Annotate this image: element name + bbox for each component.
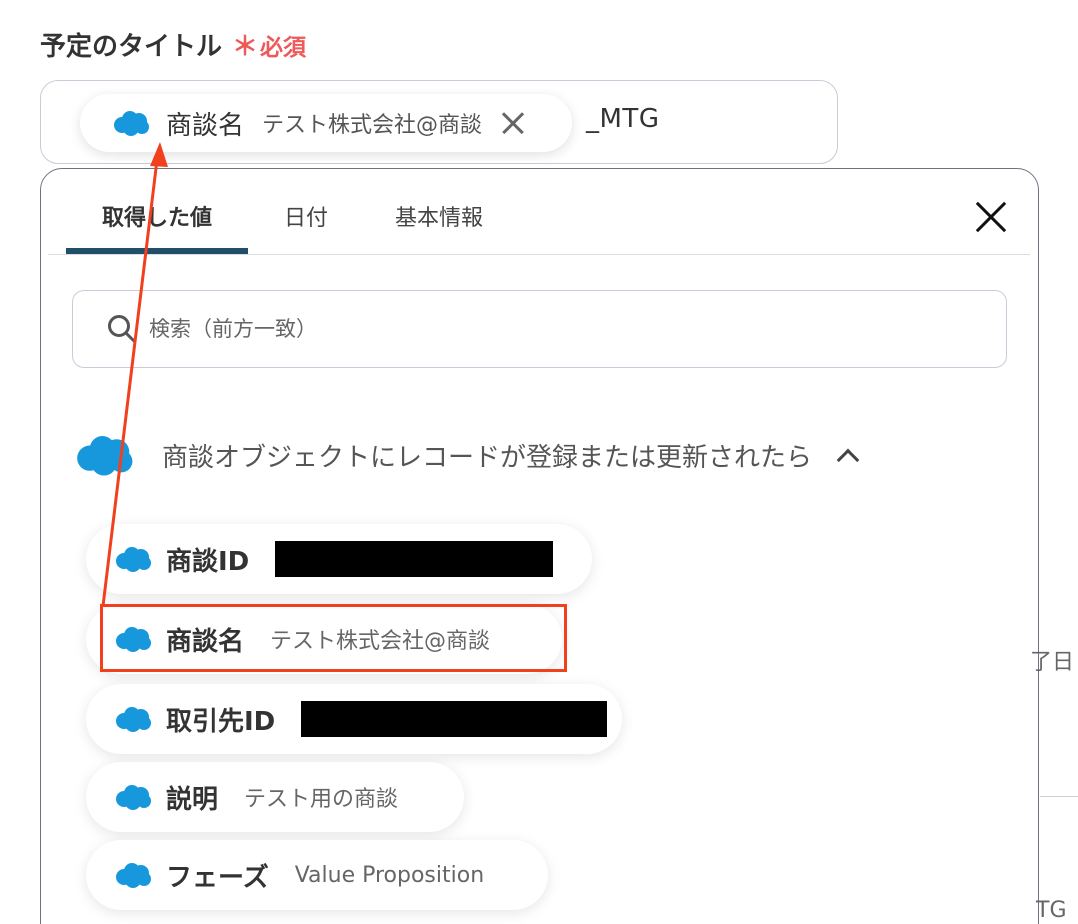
item-name: 説明 — [166, 784, 219, 815]
background-text-fragment: TG — [1036, 898, 1067, 923]
search-box[interactable] — [72, 290, 1007, 368]
tab-divider — [48, 254, 1030, 255]
tab-basic-info[interactable]: 基本情報 — [364, 192, 514, 254]
search-icon — [108, 315, 136, 343]
item-value: テスト用の商談 — [244, 787, 399, 812]
search-input[interactable] — [147, 316, 911, 342]
title-variable-chip[interactable]: 商談名 テスト株式会社@商談 — [80, 94, 572, 152]
title-suffix-text[interactable]: _MTG — [586, 104, 659, 134]
salesforce-cloud-icon — [116, 785, 151, 810]
section-title: 商談オブジェクトにレコードが登録または更新されたら — [162, 442, 813, 473]
field-label-text: 予定のタイトル — [40, 32, 223, 62]
item-name: フェーズ — [166, 862, 269, 893]
list-item-opportunity-id[interactable]: 商談ID — [86, 524, 592, 594]
chevron-up-icon[interactable] — [836, 444, 858, 466]
section-header[interactable]: 商談オブジェクトにレコードが登録または更新されたら — [74, 434, 858, 476]
redacted-value — [275, 541, 554, 577]
salesforce-cloud-icon — [116, 547, 151, 572]
chip-name: 商談名 — [166, 110, 245, 141]
highlight-box — [100, 604, 567, 672]
item-value: Value Proposition — [294, 862, 485, 888]
background-divider — [1040, 796, 1078, 797]
background-text-fragment: 了日 — [1030, 650, 1075, 675]
panel-tabs: 取得した値 日付 基本情報 — [66, 192, 514, 254]
page: 予定のタイトル ＊必須 商談名 テスト株式会社@商談 _MTG 取得した値 日付… — [0, 0, 1078, 924]
list-item-description[interactable]: 説明 テスト用の商談 — [86, 762, 464, 832]
panel-close-button[interactable] — [972, 198, 1010, 236]
close-icon[interactable] — [500, 110, 526, 136]
salesforce-cloud-icon — [116, 707, 151, 732]
field-label: 予定のタイトル ＊必須 — [40, 26, 306, 63]
salesforce-cloud-icon — [77, 436, 133, 476]
required-star: ＊ — [232, 32, 259, 62]
salesforce-cloud-icon — [116, 863, 151, 888]
redacted-value — [301, 701, 608, 737]
tab-date[interactable]: 日付 — [248, 192, 364, 254]
tab-retrieved-values[interactable]: 取得した値 — [66, 192, 248, 254]
required-text: 必須 — [260, 35, 307, 61]
chip-value: テスト株式会社@商談 — [262, 113, 483, 138]
item-name: 商談ID — [166, 546, 250, 577]
list-item-account-id[interactable]: 取引先ID — [86, 684, 622, 754]
item-name: 取引先ID — [166, 706, 276, 737]
required-indicator: ＊必須 — [232, 26, 306, 63]
list-item-stage[interactable]: フェーズ Value Proposition — [86, 840, 548, 910]
salesforce-cloud-icon — [114, 111, 149, 136]
